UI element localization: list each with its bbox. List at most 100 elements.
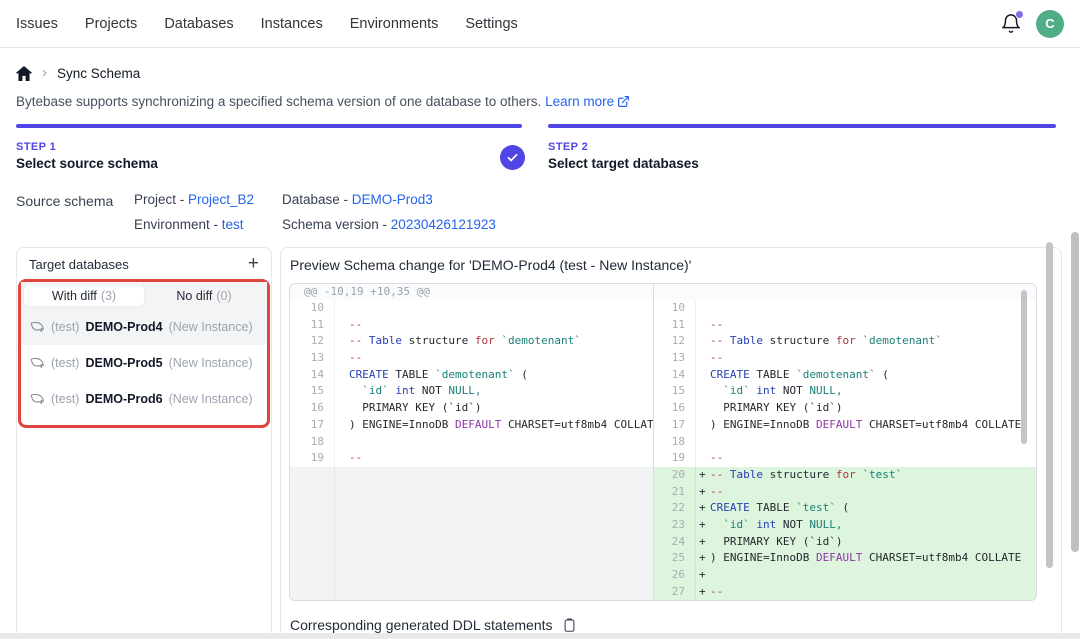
field-value-link[interactable]: test	[222, 217, 244, 232]
diff-line-code: PRIMARY KEY (`id`)	[335, 400, 653, 417]
diff-line-code: --	[335, 450, 653, 467]
diff-line: 20+-- Table structure for `test`	[654, 467, 1036, 484]
diff-line-number: 22	[654, 500, 696, 517]
diff-line-number: 23	[654, 517, 696, 534]
diff-line-prefix	[335, 333, 349, 350]
diff-line-code: +--	[696, 484, 1036, 501]
diff-line: 14CREATE TABLE `demotenant` (	[654, 367, 1036, 384]
field-value-link[interactable]: Project_B2	[188, 192, 254, 207]
diff-pane-scrollbar[interactable]	[1021, 290, 1027, 444]
diff-line-code: --	[696, 350, 1036, 367]
content-scrollbar[interactable]	[1046, 242, 1053, 568]
ddl-statements-title: Corresponding generated DDL statements	[290, 617, 553, 633]
diff-pane-target: 1011--12-- Table structure for `demotena…	[654, 284, 1036, 600]
diff-line-code: CREATE TABLE `demotenant` (	[696, 367, 1036, 384]
diff-line-code: +	[696, 567, 1036, 584]
nav-item-projects[interactable]: Projects	[85, 16, 137, 32]
mysql-icon	[30, 393, 45, 406]
nav-item-settings[interactable]: Settings	[465, 16, 517, 32]
diff-line: 13--	[654, 350, 1036, 367]
field-value-link[interactable]: DEMO-Prod3	[352, 192, 433, 207]
diff-line-prefix	[335, 400, 349, 417]
notification-bell-button[interactable]	[1000, 13, 1022, 35]
diff-line-prefix: +	[696, 550, 710, 567]
diff-line-prefix	[696, 333, 710, 350]
nav-item-environments[interactable]: Environments	[350, 16, 439, 32]
diff-line-number: 18	[290, 434, 335, 451]
diff-line: 22+CREATE TABLE `test` (	[654, 500, 1036, 517]
nav-item-instances[interactable]: Instances	[261, 16, 323, 32]
target-databases-panel: Target databases + With diff(3)No diff(0…	[16, 247, 272, 639]
field-name: Database -	[282, 192, 352, 207]
tab-count: (0)	[216, 289, 231, 303]
diff-line-prefix	[696, 417, 710, 434]
database-list-item[interactable]: (test)DEMO-Prod5(New Instance)	[21, 345, 267, 381]
database-instance-suffix: (New Instance)	[169, 392, 253, 406]
tab-count: (3)	[101, 289, 116, 303]
home-icon[interactable]	[16, 66, 32, 81]
step-1-title: Select source schema	[16, 156, 522, 171]
tab-with-diff[interactable]: With diff(3)	[24, 285, 144, 306]
database-name: DEMO-Prod5	[85, 356, 162, 370]
tab-no-diff[interactable]: No diff(0)	[144, 285, 264, 306]
diff-line-number: 14	[654, 367, 696, 384]
diff-line-number: 13	[290, 350, 335, 367]
horizontal-scrollbar-track[interactable]	[0, 633, 1080, 639]
diff-line-number: 21	[654, 484, 696, 501]
diff-line-prefix	[335, 434, 349, 451]
diff-line-number: 26	[654, 567, 696, 584]
nav-item-issues[interactable]: Issues	[16, 16, 58, 32]
nav-item-databases[interactable]: Databases	[164, 16, 233, 32]
diff-line-number: 16	[290, 400, 335, 417]
step-1[interactable]: STEP 1 Select source schema	[16, 124, 522, 171]
diff-line-number: 16	[654, 400, 696, 417]
source-field-project: Project - Project_B2	[134, 192, 282, 207]
diff-line-number: 25	[654, 550, 696, 567]
diff-line: 11--	[290, 317, 653, 334]
field-name: Schema version -	[282, 217, 391, 232]
diff-line-number: 14	[290, 367, 335, 384]
diff-line: 17) ENGINE=InnoDB DEFAULT CHARSET=utf8mb…	[290, 417, 653, 434]
step-2[interactable]: STEP 2 Select target databases	[548, 124, 1056, 171]
diff-line-code: CREATE TABLE `demotenant` (	[335, 367, 653, 384]
step-complete-check-icon	[500, 145, 525, 170]
avatar[interactable]: C	[1036, 10, 1064, 38]
diff-line-number: 19	[654, 450, 696, 467]
diff-line-prefix	[696, 317, 710, 334]
diff-line: 10	[654, 300, 1036, 317]
diff-hunk-header: @@ -10,19 +10,35 @@	[290, 284, 430, 300]
learn-more-link[interactable]: Learn more	[545, 94, 614, 109]
diff-line-code	[335, 434, 653, 451]
window-scrollbar[interactable]	[1071, 232, 1079, 552]
source-schema-grid: Project - Project_B2Database - DEMO-Prod…	[134, 192, 496, 232]
diff-line: 23+ `id` int NOT NULL,	[654, 517, 1036, 534]
add-target-database-button[interactable]: +	[248, 256, 259, 272]
diff-line: 13--	[290, 350, 653, 367]
diff-line-code: `id` int NOT NULL,	[696, 383, 1036, 400]
diff-line-prefix	[696, 450, 710, 467]
source-schema-summary: Source schema Project - Project_B2Databa…	[16, 192, 1080, 232]
step-2-bar	[548, 124, 1056, 128]
diff-line: 26+	[654, 567, 1036, 584]
diff-line-prefix	[696, 300, 710, 317]
database-instance-suffix: (New Instance)	[169, 320, 253, 334]
database-list-item[interactable]: (test)DEMO-Prod4(New Instance)	[21, 309, 267, 345]
step-1-bar	[16, 124, 522, 128]
diff-line-number: 10	[654, 300, 696, 317]
database-list-item[interactable]: (test)DEMO-Prod6(New Instance)	[21, 381, 267, 417]
field-value-link[interactable]: 20230426121923	[391, 217, 496, 232]
source-field-environment: Environment - test	[134, 217, 282, 232]
diff-line-number: 10	[290, 300, 335, 317]
diff-line: 27+--	[654, 584, 1036, 601]
diff-line-prefix	[335, 450, 349, 467]
database-name: DEMO-Prod4	[85, 320, 162, 334]
diff-line-code: PRIMARY KEY (`id`)	[696, 400, 1036, 417]
diff-line-code: -- Table structure for `demotenant`	[696, 333, 1036, 350]
diff-line-code: -- Table structure for `demotenant`	[335, 333, 653, 350]
diff-line: 18	[654, 434, 1036, 451]
diff-line-code	[335, 300, 653, 317]
copy-icon[interactable]	[562, 617, 577, 633]
diff-line-code: --	[335, 317, 653, 334]
diff-line-code: +--	[696, 584, 1036, 601]
external-link-icon	[617, 95, 630, 108]
